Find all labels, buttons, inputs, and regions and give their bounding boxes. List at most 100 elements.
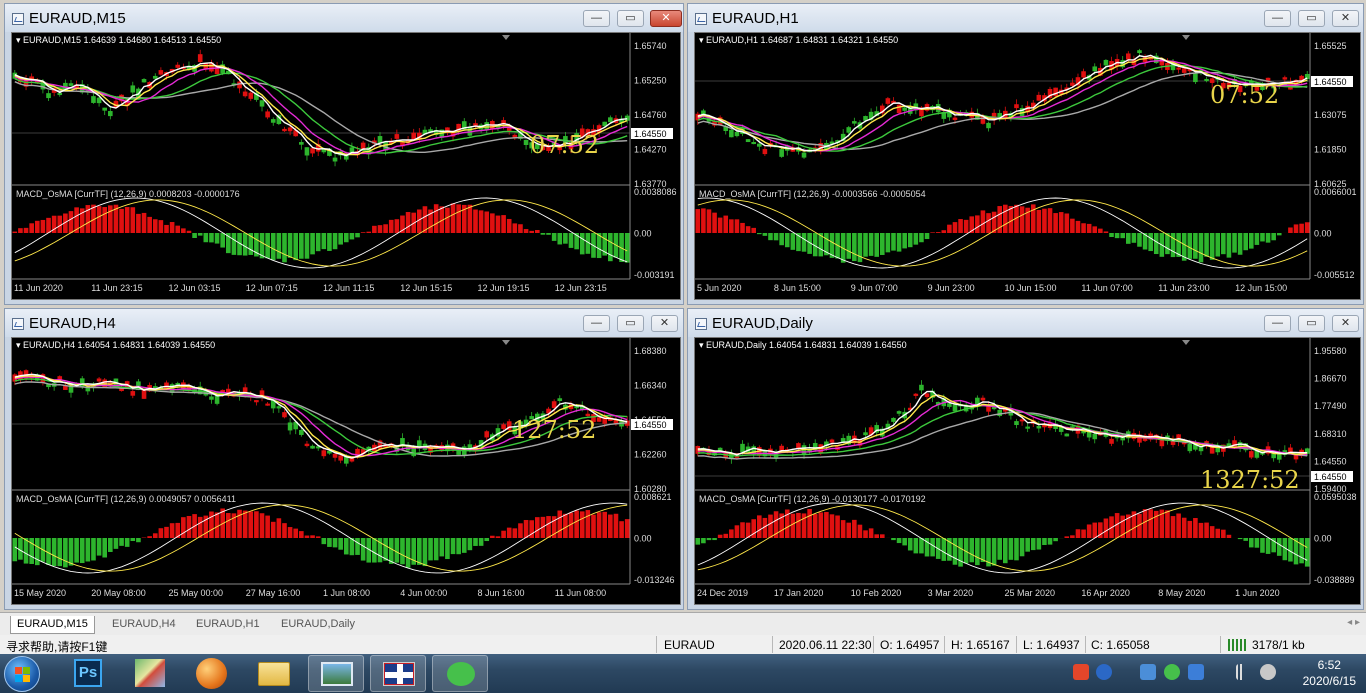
macd-bar [1064,213,1070,233]
window-titlebar[interactable]: EURAUD,H1 — ▭ ✕ [688,4,1363,32]
macd-bar [591,514,596,538]
macd-bar [108,205,113,233]
macd-bar [534,517,540,538]
chart-window-icon [12,318,24,330]
chart-window-daily[interactable]: EURAUD,Daily — ▭ ✕ ▾ EURAUD,Daily 1.6405… [687,308,1364,610]
taskbar-browser[interactable] [184,655,240,692]
macd-bar [332,233,338,250]
macd-bar [445,207,450,233]
time-tick-label: 24 Dec 2019 [697,588,748,598]
macd-bar [930,538,935,557]
macd-bar [1299,538,1304,564]
chart-window-m15[interactable]: EURAUD,M15 — ▭ ✕ ▾ EURAUD,M15 1.64639 1.… [4,3,684,305]
time-tick-label: 3 Mar 2020 [928,588,974,598]
network-icon[interactable] [1140,664,1156,680]
macd-bar [1131,233,1137,243]
chart-window-h1[interactable]: EURAUD,H1 — ▭ ✕ ▾ EURAUD,H1 1.64687 1.64… [687,3,1364,305]
macd-bar [784,233,790,248]
tab-euraud-m15[interactable]: EURAUD,M15 [10,616,95,634]
sogou-ime-icon[interactable] [1073,664,1089,680]
macd-bar [1193,518,1198,538]
tab-euraud-h1[interactable]: EURAUD,H1 [190,616,266,634]
macd-bar [484,538,490,542]
chart-info-label: ▾ EURAUD,H1 1.64687 1.64831 1.64321 1.64… [699,35,898,45]
minimize-button[interactable]: — [583,315,610,332]
wechat-icon [447,662,475,686]
close-button[interactable]: ✕ [1332,10,1359,27]
macd-bar [343,233,349,243]
taskbar-photo-viewer[interactable] [308,655,364,692]
chart-window-h4[interactable]: EURAUD,H4 — ▭ ✕ ▾ EURAUD,H4 1.64054 1.64… [4,308,684,610]
macd-bar [551,233,557,241]
taskbar-photoshop[interactable]: Ps [60,655,116,692]
macd-bar [1198,522,1204,538]
close-button[interactable]: ✕ [651,315,678,332]
minimize-button[interactable]: — [583,10,610,27]
system-clock[interactable]: 6:52 2020/6/15 [1303,657,1356,689]
candle-body [141,79,147,83]
time-tick-label: 11 Jun 23:00 [1158,283,1209,293]
macd-bar [1276,538,1282,556]
minimize-button[interactable]: — [1264,10,1291,27]
chart-area[interactable]: ▾ EURAUD,M15 1.64639 1.64680 1.64513 1.6… [11,32,681,300]
wechat-tray-icon[interactable] [1164,664,1180,680]
macd-bar [209,233,214,243]
maximize-button[interactable]: ▭ [1298,10,1325,27]
window-titlebar[interactable]: EURAUD,Daily — ▭ ✕ [688,309,1363,337]
candle-body [1014,104,1019,109]
taskbar-maps[interactable] [122,655,178,692]
macd-bar [874,233,879,257]
macd-bar [34,538,40,566]
candle-body [158,70,164,75]
tab-euraud-daily[interactable]: EURAUD,Daily [275,616,361,634]
macd-bar [579,511,585,538]
current-price-label: 1.64550 [634,129,667,139]
macd-bar [857,524,863,538]
shield-icon[interactable] [1188,664,1204,680]
chart-area[interactable]: ▾ EURAUD,H4 1.64054 1.64831 1.64039 1.64… [11,337,681,605]
signal-icon[interactable] [1236,664,1252,680]
macd-bar [478,538,484,546]
candle-body [484,431,490,438]
window-titlebar[interactable]: EURAUD,M15 — ▭ ✕ [5,4,683,32]
macd-bar [158,528,164,538]
macd-bar [1260,538,1265,553]
macd-bar [579,233,585,255]
macd-bar [214,512,220,538]
macd-bar [546,516,551,538]
candle-body [57,93,63,96]
macd-bar [445,538,450,560]
candle-body [729,129,734,138]
macd-bar [619,521,624,538]
macd-bar [304,535,310,538]
price-tick-label: 1.64270 [634,145,667,155]
close-button[interactable]: ✕ [650,10,682,27]
macd-bar [907,538,913,551]
taskbar-explorer[interactable] [246,655,302,692]
maximize-button[interactable]: ▭ [1298,315,1325,332]
taskbar-wechat[interactable] [432,655,488,692]
maximize-button[interactable]: ▭ [617,10,644,27]
chart-area[interactable]: ▾ EURAUD,H1 1.64687 1.64831 1.64321 1.64… [694,32,1361,300]
macd-bar [422,538,428,567]
macd-bar [1276,233,1282,236]
close-button[interactable]: ✕ [1332,315,1359,332]
minimize-button[interactable]: — [1264,315,1291,332]
help-icon[interactable] [1096,664,1112,680]
macd-bar [941,538,947,561]
tab-scroll-arrows[interactable]: ◂ ▸ [1347,617,1360,628]
candle-body [1193,73,1198,83]
macd-bar [1260,233,1265,242]
window-titlebar[interactable]: EURAUD,H4 — ▭ ✕ [5,309,683,337]
volume-icon[interactable] [1260,664,1276,680]
maximize-button[interactable]: ▭ [617,315,644,332]
taskbar-metatrader[interactable] [370,655,426,692]
price-tick-label: 1.65250 [634,76,667,86]
macd-bar [456,538,461,555]
candle-body [1092,66,1098,72]
chart-area[interactable]: ▾ EURAUD,Daily 1.64054 1.64831 1.64039 1… [694,337,1361,605]
macd-bar [282,233,287,263]
start-button[interactable] [4,656,40,692]
tab-euraud-h4[interactable]: EURAUD,H4 [106,616,182,634]
status-datetime: 2020.06.11 22:30 [779,638,872,652]
